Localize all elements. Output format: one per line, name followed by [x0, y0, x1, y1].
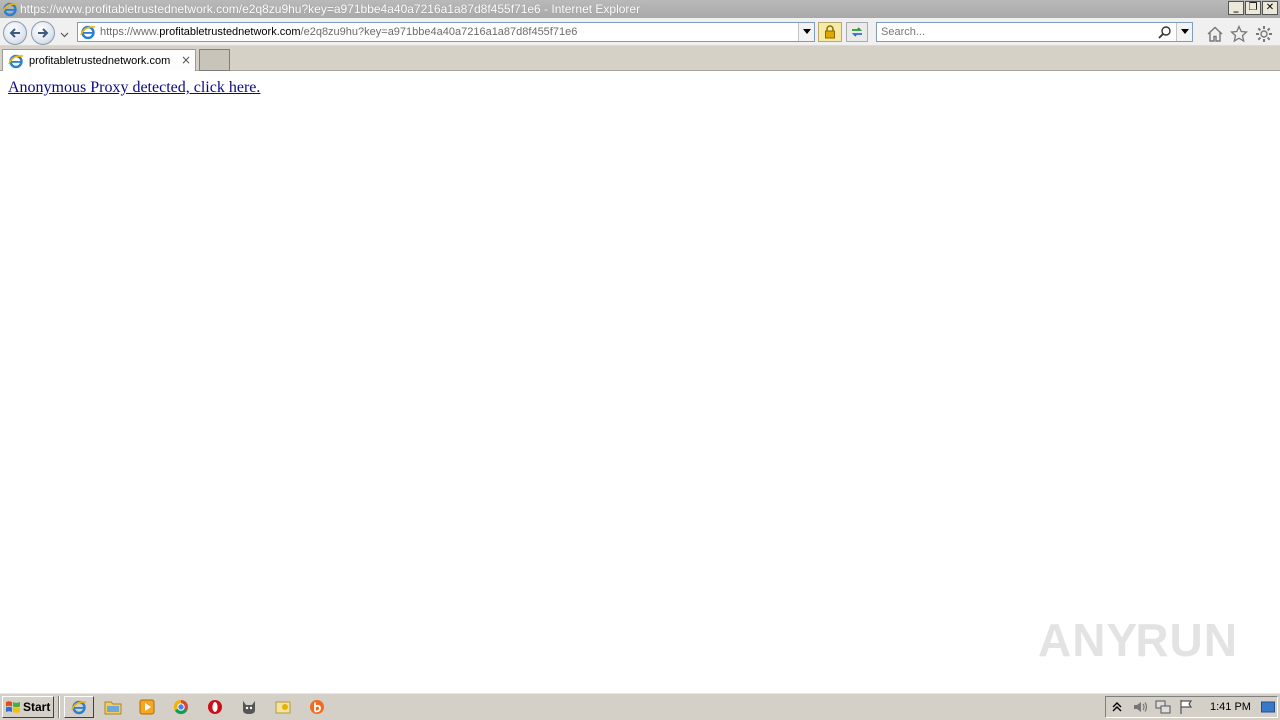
- taskbar-internet-explorer[interactable]: [64, 696, 94, 718]
- internet-explorer-icon: [71, 700, 87, 715]
- b-app-icon: [310, 700, 324, 714]
- opera-icon: [208, 700, 222, 714]
- taskbar-chrome[interactable]: [166, 696, 196, 718]
- clock[interactable]: 1:41 PM: [1210, 701, 1251, 713]
- restore-button[interactable]: ❐: [1245, 1, 1261, 15]
- start-label: Start: [23, 700, 51, 714]
- back-arrow-icon: [9, 28, 20, 38]
- refresh-button[interactable]: [846, 22, 868, 42]
- refresh-icon: [851, 27, 863, 37]
- taskbar: Start 1:41 PM: [0, 692, 1280, 720]
- cat-icon: [243, 701, 255, 714]
- forward-button[interactable]: [31, 21, 55, 45]
- search-box[interactable]: [876, 22, 1193, 42]
- lock-icon: [825, 25, 835, 39]
- minimize-button[interactable]: _: [1228, 1, 1244, 15]
- window-title: https://www.profitabletrustednetwork.com…: [20, 2, 641, 16]
- page-content: Anonymous Proxy detected, click here.: [0, 71, 1280, 692]
- show-desktop-icon[interactable]: [1261, 700, 1275, 714]
- show-hidden-icons-icon[interactable]: [1109, 699, 1125, 715]
- action-center-flag-icon[interactable]: [1178, 699, 1194, 715]
- window-controls: _ ❐ ✕: [1228, 1, 1278, 15]
- favorites-star-icon[interactable]: [1230, 25, 1248, 43]
- watermark-text-right: RUN: [1135, 614, 1238, 666]
- gear-icon[interactable]: [1255, 25, 1273, 43]
- address-dropdown-button[interactable]: [798, 23, 814, 41]
- taskbar-opera[interactable]: [200, 696, 230, 718]
- taskbar-cat-app[interactable]: [234, 696, 264, 718]
- taskbar-media-player[interactable]: [132, 696, 162, 718]
- url-path: /e2q8zu9hu?key=a971bbe4a40a7216a1a87d8f4…: [300, 26, 578, 38]
- title-bar: https://www.profitabletrustednetwork.com…: [0, 0, 1280, 18]
- taskbar-file-explorer[interactable]: [98, 696, 128, 718]
- tab-label: profitabletrustednetwork.com: [29, 54, 171, 67]
- security-lock-button[interactable]: [818, 22, 842, 42]
- start-button[interactable]: Start: [2, 696, 54, 718]
- tab-ie-icon: [8, 54, 24, 68]
- url-domain: profitabletrustednetwork.com: [159, 26, 301, 38]
- recent-pages-dropdown-icon[interactable]: [60, 30, 69, 39]
- media-player-icon: [139, 699, 155, 715]
- close-button[interactable]: ✕: [1262, 1, 1278, 15]
- windows-flag-icon: [6, 701, 20, 713]
- network-icon[interactable]: [1155, 699, 1171, 715]
- system-tray: 1:41 PM: [1105, 696, 1278, 718]
- tab-active[interactable]: profitabletrustednetwork.com ×: [2, 49, 196, 71]
- home-icon[interactable]: [1206, 25, 1224, 43]
- tab-close-icon[interactable]: ×: [181, 53, 191, 67]
- anyrun-watermark: ANY RUN: [1038, 608, 1238, 672]
- taskbar-b-app[interactable]: [302, 696, 332, 718]
- address-bar[interactable]: https://www.profitabletrustednetwork.com…: [77, 22, 815, 42]
- search-icon[interactable]: [1158, 25, 1172, 39]
- document-folder-icon: [275, 701, 291, 714]
- chevron-down-icon: [802, 29, 811, 34]
- navigation-bar: https://www.profitabletrustednetwork.com…: [0, 18, 1280, 46]
- tab-bar: profitabletrustednetwork.com ×: [0, 46, 1280, 71]
- new-tab-button[interactable]: [199, 49, 230, 71]
- forward-arrow-icon: [38, 28, 49, 38]
- taskbar-separator: [58, 696, 60, 718]
- volume-icon[interactable]: [1132, 699, 1148, 715]
- internet-explorer-icon: [2, 2, 18, 17]
- folder-icon: [104, 701, 122, 715]
- address-url: https://www.profitabletrustednetwork.com…: [100, 26, 577, 38]
- search-dropdown-button[interactable]: [1176, 23, 1192, 41]
- watermark-text-left: ANY: [1038, 614, 1139, 666]
- search-input[interactable]: [881, 26, 1151, 38]
- page-ie-icon: [80, 25, 96, 40]
- taskbar-folder-app[interactable]: [268, 696, 298, 718]
- anonymous-proxy-link[interactable]: Anonymous Proxy detected, click here.: [8, 79, 260, 97]
- back-button[interactable]: [3, 21, 27, 45]
- chrome-icon: [173, 699, 188, 715]
- chevron-down-icon: [1180, 29, 1189, 34]
- url-prefix: https://www.: [100, 26, 160, 38]
